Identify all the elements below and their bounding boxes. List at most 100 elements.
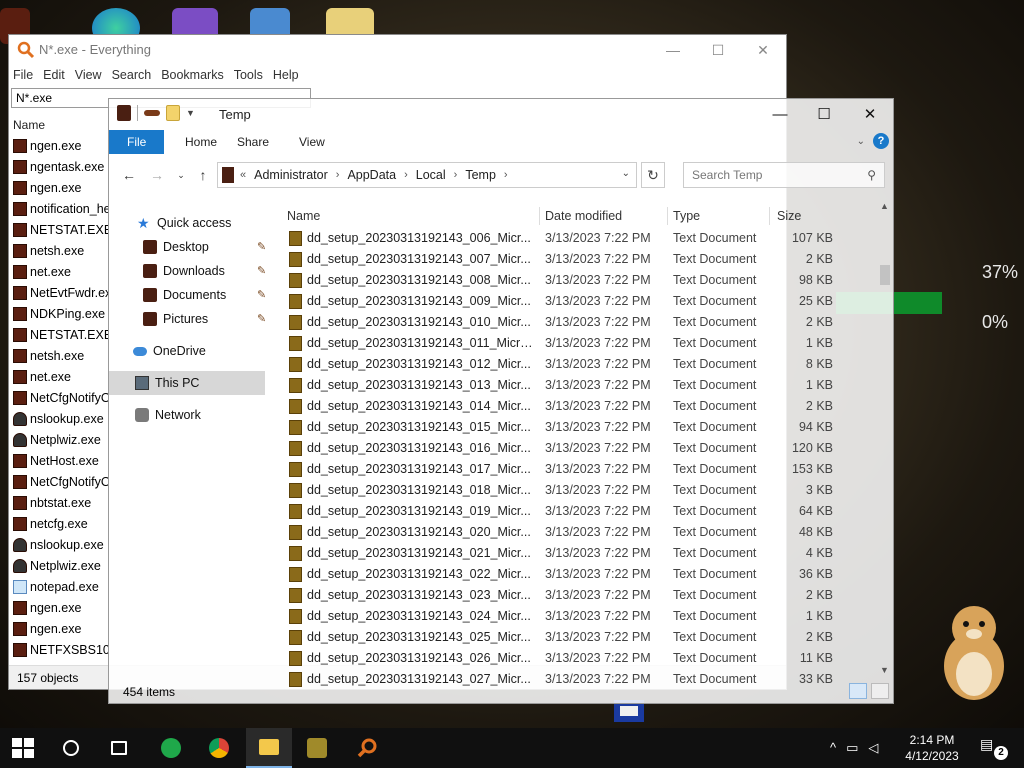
list-item[interactable]: NETSTAT.EXE: [9, 324, 109, 345]
minimize-button[interactable]: —: [757, 99, 803, 129]
close-button[interactable]: ✕: [740, 35, 786, 65]
explorer-title-bar[interactable]: ▼ Temp — ☐ ✕: [109, 99, 893, 129]
forward-arrow-icon[interactable]: →: [147, 165, 167, 185]
nav-downloads[interactable]: Downloads ✎: [109, 259, 269, 283]
table-row[interactable]: dd_setup_20230313192143_020_Micr... 3/13/…: [281, 522, 839, 543]
notification-center-button[interactable]: ▤ 2: [980, 736, 1008, 760]
list-item[interactable]: NDKPing.exe: [9, 303, 109, 324]
task-view-button[interactable]: [96, 728, 142, 768]
menu-view[interactable]: View: [71, 65, 108, 87]
table-row[interactable]: dd_setup_20230313192143_006_Micr... 3/13/…: [281, 228, 839, 249]
search-input[interactable]: Search Temp ⚲: [683, 162, 885, 188]
taskbar-app-game[interactable]: [294, 728, 340, 768]
menu-search[interactable]: Search: [108, 65, 158, 87]
table-row[interactable]: dd_setup_20230313192143_024_Micr... 3/13/…: [281, 606, 839, 627]
list-item[interactable]: ngentask.exe: [9, 156, 109, 177]
taskbar-app-file-explorer[interactable]: [246, 728, 292, 768]
menu-help[interactable]: Help: [269, 65, 305, 87]
scroll-up-icon[interactable]: ▲: [880, 201, 889, 211]
pin-icon[interactable]: ✎: [257, 240, 269, 253]
tab-home[interactable]: Home: [171, 130, 231, 154]
nav-quick-access[interactable]: ★ Quick access: [109, 211, 269, 235]
chevron-down-icon[interactable]: ⌄: [622, 168, 630, 179]
taskbar-app-everything[interactable]: [344, 728, 390, 768]
chevron-down-icon[interactable]: ▼: [186, 108, 195, 118]
list-item[interactable]: Netplwiz.exe: [9, 429, 109, 450]
start-button[interactable]: [12, 738, 34, 758]
everything-title-bar[interactable]: N*.exe - Everything — ☐ ✕: [9, 35, 786, 65]
nav-onedrive[interactable]: OneDrive: [109, 339, 269, 363]
menu-edit[interactable]: Edit: [39, 65, 71, 87]
table-row[interactable]: dd_setup_20230313192143_017_Micr... 3/13/…: [281, 459, 839, 480]
table-row[interactable]: dd_setup_20230313192143_019_Micr... 3/13/…: [281, 501, 839, 522]
breadcrumb-administrator[interactable]: Administrator: [246, 168, 336, 182]
list-item[interactable]: NETSTAT.EXE: [9, 219, 109, 240]
chevron-up-icon[interactable]: ^: [830, 740, 836, 756]
list-item[interactable]: NetEvtFwdr.exe: [9, 282, 109, 303]
list-item[interactable]: notification_helper.exe: [9, 198, 109, 219]
tab-file[interactable]: File: [109, 130, 165, 154]
up-arrow-icon[interactable]: ↑: [193, 165, 213, 185]
refresh-button[interactable]: ↻: [641, 162, 665, 188]
list-item[interactable]: netsh.exe: [9, 345, 109, 366]
scrollbar-thumb[interactable]: [880, 265, 890, 285]
list-item[interactable]: notepad.exe: [9, 576, 109, 597]
back-arrow-icon[interactable]: ←: [119, 165, 139, 185]
list-item[interactable]: nslookup.exe: [9, 534, 109, 555]
table-row[interactable]: dd_setup_20230313192143_009_Micr... 3/13/…: [281, 291, 839, 312]
list-item[interactable]: netsh.exe: [9, 240, 109, 261]
scroll-down-icon[interactable]: ▼: [880, 665, 889, 675]
details-view-icon[interactable]: [849, 683, 867, 699]
help-icon[interactable]: ?: [873, 133, 889, 149]
list-item[interactable]: NetCfgNotifyObjectHost.exe: [9, 387, 109, 408]
nav-desktop[interactable]: Desktop ✎: [109, 235, 269, 259]
list-item[interactable]: ngen.exe: [9, 618, 109, 639]
list-item[interactable]: net.exe: [9, 366, 109, 387]
taskbar-app-sheets[interactable]: [148, 728, 194, 768]
list-item[interactable]: net.exe: [9, 261, 109, 282]
table-row[interactable]: dd_setup_20230313192143_021_Micr... 3/13/…: [281, 543, 839, 564]
app-icon[interactable]: [117, 105, 131, 121]
maximize-button[interactable]: ☐: [695, 35, 741, 65]
menu-tools[interactable]: Tools: [230, 65, 269, 87]
table-row[interactable]: dd_setup_20230313192143_023_Micr... 3/13/…: [281, 585, 839, 606]
new-folder-icon[interactable]: [166, 105, 180, 121]
table-row[interactable]: dd_setup_20230313192143_022_Micr... 3/13/…: [281, 564, 839, 585]
table-row[interactable]: dd_setup_20230313192143_011_Micro... 3/13…: [281, 333, 839, 354]
table-row[interactable]: dd_setup_20230313192143_008_Micr... 3/13/…: [281, 270, 839, 291]
recent-locations-icon[interactable]: ⌄: [171, 165, 191, 185]
pin-icon[interactable]: ✎: [257, 264, 269, 277]
table-row[interactable]: dd_setup_20230313192143_016_Micr... 3/13/…: [281, 438, 839, 459]
table-row[interactable]: dd_setup_20230313192143_012_Micr... 3/13/…: [281, 354, 839, 375]
column-divider[interactable]: [667, 207, 668, 225]
list-item[interactable]: ngen.exe: [9, 177, 109, 198]
everything-column-name[interactable]: Name: [9, 115, 109, 135]
table-row[interactable]: dd_setup_20230313192143_014_Micr... 3/13/…: [281, 396, 839, 417]
list-item[interactable]: NetCfgNotifyObjectHost.exe: [9, 471, 109, 492]
column-divider[interactable]: [769, 207, 770, 225]
volume-icon[interactable]: ◁: [868, 740, 878, 756]
maximize-button[interactable]: ☐: [801, 99, 847, 129]
address-bar[interactable]: « Administrator › AppData › Local › Temp…: [217, 162, 637, 188]
clock[interactable]: 2:14 PM 4/12/2023: [900, 732, 964, 764]
minimize-button[interactable]: —: [650, 35, 696, 65]
pin-icon[interactable]: ✎: [257, 288, 269, 301]
vertical-scrollbar[interactable]: ▲ ▼: [877, 199, 893, 677]
table-row[interactable]: dd_setup_20230313192143_026_Micr... 3/13/…: [281, 648, 839, 669]
list-item[interactable]: netcfg.exe: [9, 513, 109, 534]
nav-network[interactable]: Network: [109, 403, 269, 427]
table-row[interactable]: dd_setup_20230313192143_010_Micr... 3/13/…: [281, 312, 839, 333]
taskbar-app-chrome[interactable]: [196, 728, 242, 768]
tab-share[interactable]: Share: [223, 130, 283, 154]
breadcrumb-separator-icon[interactable]: ›: [504, 169, 508, 181]
column-date-modified[interactable]: Date modified: [545, 209, 622, 223]
menu-file[interactable]: File: [9, 65, 39, 87]
pin-icon[interactable]: ✎: [257, 312, 269, 325]
column-size[interactable]: Size: [777, 209, 801, 223]
chevron-down-icon[interactable]: ⌄: [857, 136, 865, 147]
table-row[interactable]: dd_setup_20230313192143_018_Micr... 3/13/…: [281, 480, 839, 501]
breadcrumb-appdata[interactable]: AppData: [339, 168, 404, 182]
list-item[interactable]: nbtstat.exe: [9, 492, 109, 513]
table-row[interactable]: dd_setup_20230313192143_025_Micr... 3/13/…: [281, 627, 839, 648]
column-divider[interactable]: [539, 207, 540, 225]
